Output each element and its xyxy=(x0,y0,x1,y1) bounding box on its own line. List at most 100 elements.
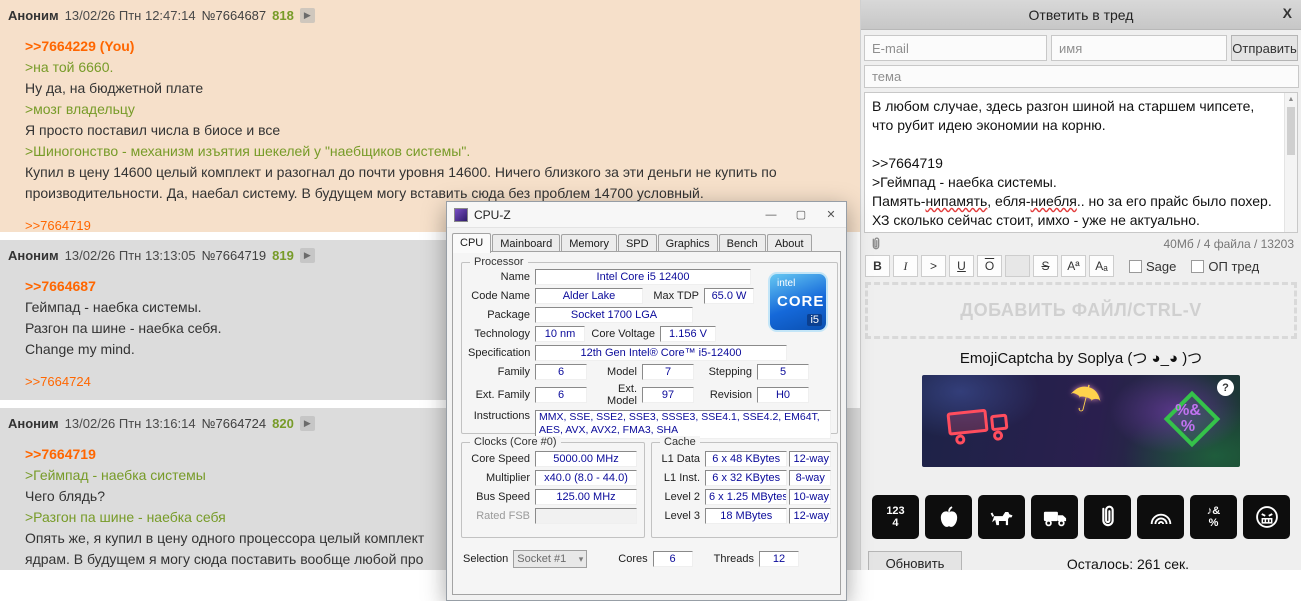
op-checkbox[interactable]: ОП тред xyxy=(1191,259,1259,274)
post-header: Аноним 13/02/26 Птн 12:47:14 №7664687 81… xyxy=(8,8,842,23)
cpuz-titlebar[interactable]: CPU-Z — ▢ ✕ xyxy=(447,202,846,228)
l1-data-ways: 12-way xyxy=(789,451,831,467)
post-expand-icon[interactable]: ▶ xyxy=(299,248,315,263)
underline-button[interactable]: U xyxy=(949,255,974,277)
checkbox-icon[interactable] xyxy=(1191,259,1205,273)
revision-value: H0 xyxy=(757,387,809,403)
package-value: Socket 1700 LGA xyxy=(535,307,693,323)
ext-model-label: Ext. Model xyxy=(607,383,637,407)
percent-art: %&% xyxy=(1175,402,1201,435)
quote-line: >мозг владельцу xyxy=(25,101,135,117)
italic-button[interactable]: I xyxy=(893,255,918,277)
stepping-value: 5 xyxy=(757,364,809,380)
package-label: Package xyxy=(487,309,530,321)
socket-select-value: Socket #1 xyxy=(517,553,567,565)
ext-family-label: Ext. Family xyxy=(475,389,530,401)
captcha-help-icon[interactable]: ? xyxy=(1217,379,1234,396)
processor-group: Processor intel CORE i5 Name Intel Core … xyxy=(461,256,838,439)
window-title: CPU-Z xyxy=(474,207,511,222)
subject-field[interactable] xyxy=(864,65,1299,88)
checkbox-icon[interactable] xyxy=(1129,259,1142,273)
post-author: Аноним xyxy=(8,248,59,263)
captcha-title: EmojiCaptcha by Soplya (つ ◕_◕ )つ xyxy=(959,350,1203,367)
tab-cpu[interactable]: CPU xyxy=(452,233,492,253)
subscript-button[interactable]: Aₐ xyxy=(1089,255,1114,277)
captcha-option-dog[interactable] xyxy=(978,495,1025,539)
multiplier-value: x40.0 (8.0 - 44.0) xyxy=(535,470,637,486)
bold-button[interactable]: B xyxy=(865,255,890,277)
email-field[interactable] xyxy=(864,35,1047,61)
post-number[interactable]: №7664687 xyxy=(202,8,267,23)
revision-label: Revision xyxy=(709,389,752,401)
post-expand-icon[interactable]: ▶ xyxy=(299,8,315,23)
maximize-icon[interactable]: ▢ xyxy=(786,202,816,228)
instructions-label: Instructions xyxy=(473,410,530,422)
spoiler-button[interactable] xyxy=(1005,255,1030,277)
file-dropzone[interactable]: ДОБАВИТЬ ФАЙЛ/CTRL-V xyxy=(865,282,1297,339)
captcha-option-truck[interactable] xyxy=(1031,495,1078,539)
cores-label: Cores xyxy=(618,553,648,565)
specification-label: Specification xyxy=(468,347,531,359)
bus-speed-label: Bus Speed xyxy=(476,491,530,503)
text-line: Ну да, на бюджетной плате xyxy=(25,80,204,96)
captcha-option-angry-mask[interactable] xyxy=(1243,495,1290,539)
captcha-option-apple[interactable] xyxy=(925,495,972,539)
reply-link[interactable]: >>7664229 (You) xyxy=(25,36,840,57)
post-number[interactable]: №7664719 xyxy=(202,248,267,263)
dropzone-label: ДОБАВИТЬ ФАЙЛ/CTRL-V xyxy=(960,300,1202,320)
post-ordinal[interactable]: 818 xyxy=(272,8,294,23)
paperclip-icon xyxy=(1101,505,1114,527)
post-expand-icon[interactable]: ▶ xyxy=(299,416,315,431)
quote-button[interactable]: > xyxy=(921,255,946,277)
reply-form-titlebar[interactable]: Ответить в тред X xyxy=(861,0,1301,30)
name-field[interactable] xyxy=(1051,35,1227,61)
level2-size: 6 x 1.25 MBytes xyxy=(705,489,788,505)
intel-core-badge: intel CORE i5 xyxy=(768,272,828,332)
post-number[interactable]: №7664724 xyxy=(202,416,267,431)
captcha-option-numbers[interactable]: 123 4 xyxy=(872,495,919,539)
superscript-button[interactable]: Aª xyxy=(1061,255,1086,277)
attach-paperclip-icon[interactable] xyxy=(868,236,884,252)
captcha-option-rainbow[interactable] xyxy=(1137,495,1184,539)
l1-data-size: 6 x 48 KBytes xyxy=(705,451,788,467)
l1-inst-ways: 8-way xyxy=(789,470,831,486)
cpuz-cpu-page: Processor intel CORE i5 Name Intel Core … xyxy=(452,251,841,595)
sage-checkbox[interactable]: Sage xyxy=(1129,259,1176,274)
scrollbar-thumb[interactable] xyxy=(1287,107,1295,155)
rainbow-icon xyxy=(1150,513,1171,525)
strike-button[interactable]: S xyxy=(1033,255,1058,277)
family-label: Family xyxy=(497,366,530,378)
minimize-icon[interactable]: — xyxy=(756,202,786,228)
apple-icon xyxy=(940,506,957,527)
captcha-option-symbols[interactable]: ♪&% xyxy=(1190,495,1237,539)
post-ordinal[interactable]: 819 xyxy=(272,248,294,263)
textarea-scrollbar[interactable]: ▲ xyxy=(1284,93,1297,232)
core-speed-label: Core Speed xyxy=(471,453,530,465)
stepping-label: Stepping xyxy=(708,366,752,378)
post-date: 13/02/26 Птн 13:13:05 xyxy=(64,248,196,263)
socket-select[interactable]: Socket #1 ▾ xyxy=(513,550,588,568)
captcha-option-paperclip[interactable] xyxy=(1084,495,1131,539)
identity-row: Отправить xyxy=(864,35,1298,61)
overline-button[interactable]: O xyxy=(977,255,1002,277)
comment-line: В любом случае, здесь разгон шиной на ст… xyxy=(872,98,1259,133)
cache-group: Cache L1 Data 6 x 48 KBytes 12-way L1 In… xyxy=(651,436,838,538)
post-ordinal[interactable]: 820 xyxy=(272,416,294,431)
close-icon[interactable]: ✕ xyxy=(816,202,846,228)
comment-textarea[interactable]: В любом случае, здесь разгон шиной на ст… xyxy=(864,92,1298,233)
close-icon[interactable]: X xyxy=(1283,5,1292,21)
dropdown-arrow-icon: ▾ xyxy=(578,553,584,564)
submit-button[interactable]: Отправить xyxy=(1231,35,1298,61)
scrollbar-up-icon[interactable]: ▲ xyxy=(1285,93,1297,106)
group-label: Clocks (Core #0) xyxy=(470,436,561,448)
core-voltage-label: Core Voltage xyxy=(591,328,655,340)
refresh-captcha-button[interactable]: Обновить xyxy=(868,551,962,570)
misspelled-word: нипамять xyxy=(925,193,988,209)
cpuz-footer: Selection Socket #1 ▾ Cores 6 Threads 12 xyxy=(463,550,830,568)
ext-model-value: 97 xyxy=(642,387,694,403)
truck-art xyxy=(946,401,1022,450)
ext-family-value: 6 xyxy=(535,387,587,403)
reply-form: Ответить в тред X Отправить В любом случ… xyxy=(860,0,1301,570)
captcha-image: ☂ %&% ? xyxy=(922,375,1240,467)
text-line: Я просто поставил числа в биосе и все xyxy=(25,122,281,138)
